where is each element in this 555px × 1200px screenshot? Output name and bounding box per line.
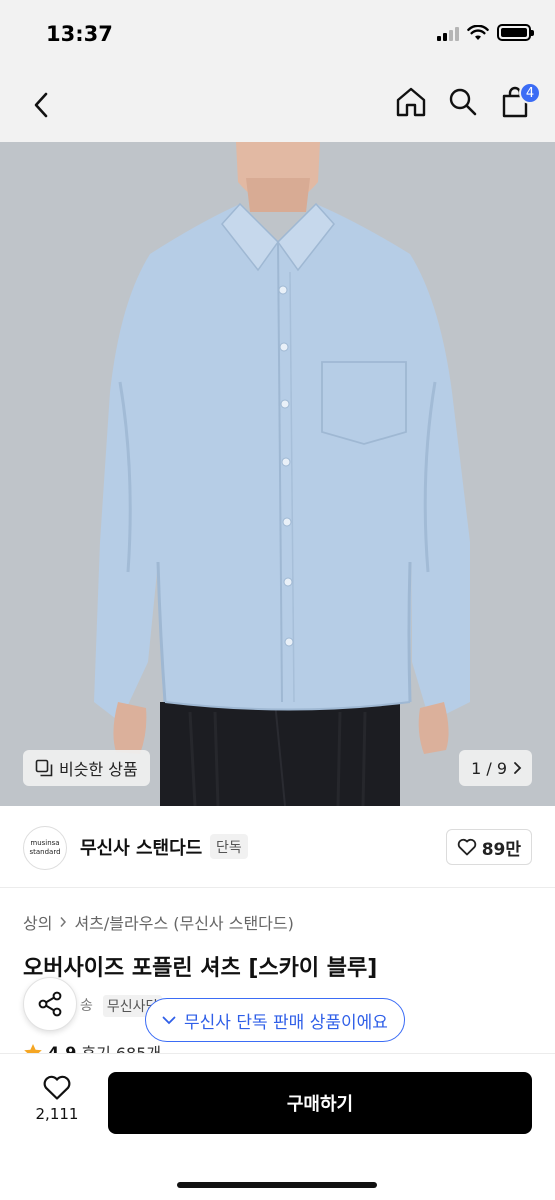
delivery-fragment: 송 — [80, 998, 93, 1014]
nav-bar: 4 — [0, 70, 555, 142]
breadcrumb: 상의 셔츠/블라우스 (무신사 스탠다드) — [23, 910, 294, 934]
status-time: 13:37 — [46, 22, 113, 46]
page-counter-text: 1 / 9 — [471, 758, 507, 778]
breadcrumb-item-category[interactable]: 셔츠/블라우스 (무신사 스탠다드) — [74, 910, 293, 934]
layers-icon — [35, 759, 53, 777]
nav-actions: 4 — [395, 82, 541, 120]
similar-products-button[interactable]: 비슷한 상품 — [23, 750, 150, 786]
similar-products-label: 비슷한 상품 — [59, 760, 138, 779]
search-button[interactable] — [447, 84, 479, 120]
heart-icon — [457, 838, 476, 856]
wifi-icon — [467, 24, 489, 40]
buy-button[interactable]: 구매하기 — [108, 1072, 532, 1134]
toast-text: 무신사 단독 판매 상품이에요 — [184, 1012, 388, 1033]
brand-name[interactable]: 무신사 스탠다드 — [80, 834, 202, 860]
wishlist-button[interactable]: 2,111 — [28, 1074, 86, 1123]
brand-likes-count: 89만 — [481, 839, 521, 860]
exclusive-toast: 무신사 단독 판매 상품이에요 — [145, 998, 405, 1042]
product-image[interactable]: 비슷한 상품 1 / 9 — [0, 142, 555, 806]
wishlist-count: 2,111 — [35, 1105, 79, 1123]
chevron-right-icon — [514, 762, 522, 774]
brand-row: musinsa standard 무신사 스탠다드 단독 89만 — [0, 806, 555, 888]
product-title: 오버사이즈 포플린 셔츠 [스카이 블루] — [23, 956, 378, 981]
brand-logo[interactable]: musinsa standard — [23, 826, 67, 870]
bottom-action-bar: 2,111 구매하기 — [0, 1054, 555, 1200]
signal-icon — [437, 25, 459, 41]
status-icons — [437, 24, 534, 41]
home-icon — [396, 87, 426, 117]
home-indicator — [177, 1182, 377, 1188]
cart-button[interactable]: 4 — [499, 82, 541, 120]
battery-icon — [497, 24, 534, 41]
chevron-left-icon — [34, 92, 48, 118]
breadcrumb-item-top[interactable]: 상의 — [23, 910, 52, 934]
share-icon — [38, 991, 62, 1017]
search-icon — [449, 88, 477, 116]
back-button[interactable] — [26, 88, 56, 122]
chevron-right-icon — [60, 917, 67, 927]
chevron-down-icon — [162, 1016, 176, 1024]
shirt-model-photo — [0, 142, 555, 806]
share-button[interactable] — [23, 977, 77, 1031]
brand-like-button[interactable]: 89만 — [445, 829, 532, 865]
image-page-counter[interactable]: 1 / 9 — [459, 750, 532, 786]
home-button[interactable] — [395, 84, 427, 120]
heart-icon — [43, 1075, 71, 1100]
exclusive-tag: 단독 — [210, 834, 248, 859]
status-bar: 13:37 — [0, 0, 555, 70]
cart-count-badge: 4 — [519, 82, 541, 104]
